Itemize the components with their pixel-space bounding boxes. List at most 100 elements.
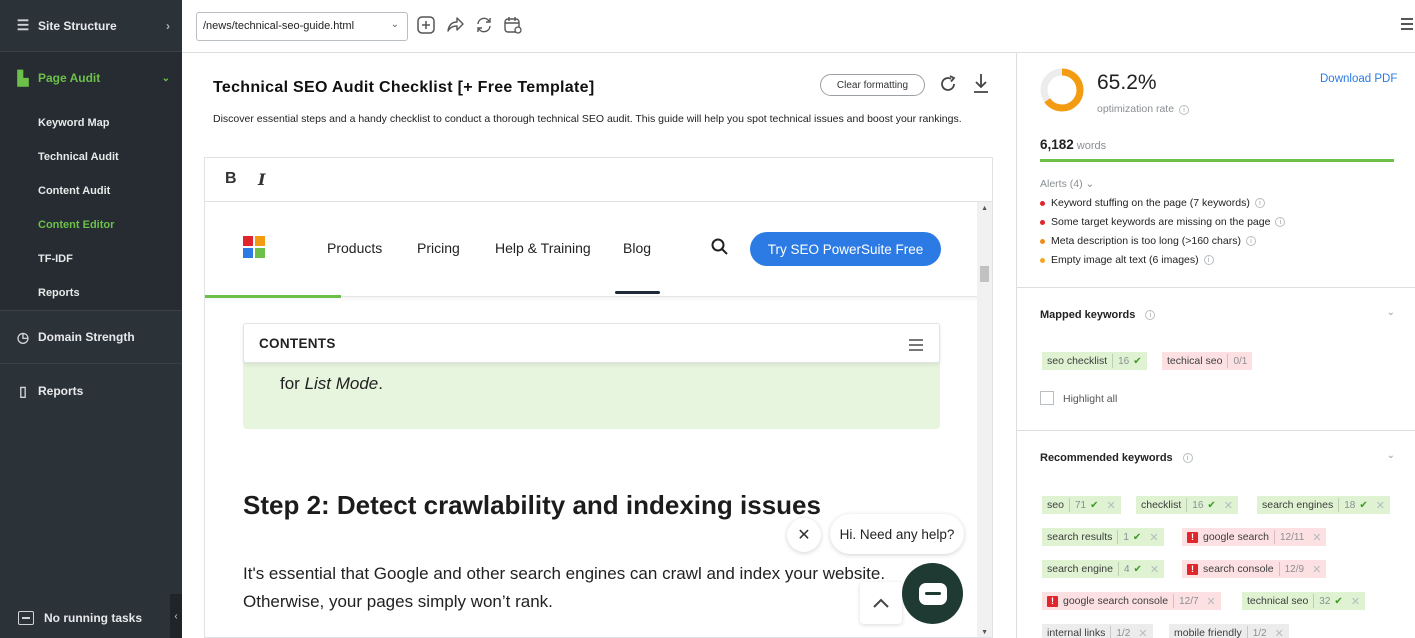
reports-icon: ▯ [19,382,27,399]
active-nav-indicator [615,291,660,294]
optimization-panel: 65.2% optimization rate i Download PDF 6,… [1016,53,1415,638]
tasks-icon [18,611,34,625]
chat-prompt[interactable]: Hi. Need any help? [830,514,964,554]
sync-icon[interactable] [473,14,495,36]
alert-item: Keyword stuffing on the page (7 keywords… [1040,197,1265,209]
word-count-bar [1040,159,1394,162]
check-icon: ✔ [1132,531,1142,543]
italic-button[interactable]: I [258,170,265,189]
alert-dot [1040,219,1045,225]
nav-blog[interactable]: Blog [623,240,651,256]
meta-description[interactable]: Discover essential steps and a handy che… [213,112,973,126]
sidebar-item-content-editor[interactable]: Content Editor [0,208,182,242]
download-pdf-link[interactable]: Download PDF [1320,73,1397,85]
close-icon[interactable]: ✕ [1312,563,1321,576]
info-icon[interactable]: i [1245,236,1256,246]
info-icon[interactable]: i [1275,217,1286,227]
keyword-chip[interactable]: ! search console 12/9 ✕ [1182,560,1327,578]
keyword-chip[interactable]: checklist 16 ✔ ✕ [1136,496,1238,514]
url-select[interactable]: /news/technical-seo-guide.html ⌄ [196,12,408,41]
alerts-toggle[interactable]: Alerts (4) ⌄ [1040,178,1094,190]
nav-products[interactable]: Products [327,240,382,256]
sidebar-item-keyword-map[interactable]: Keyword Map [0,106,182,140]
sidebar: ☰ Site Structure › ▙ Page Audit ⌄ Keywor… [0,0,182,638]
scrollbar[interactable]: ▲ ▼ [977,202,992,637]
refresh-icon[interactable] [938,74,958,96]
sidebar-item-domain-strength[interactable]: ◷ Domain Strength [0,310,182,364]
nav-help-training[interactable]: Help & Training [495,240,591,256]
keyword-chip[interactable]: internal links 1/2 ✕ [1042,624,1153,638]
close-icon[interactable]: ✕ [1150,563,1159,576]
keyword-chip[interactable]: mobile friendly 1/2 ✕ [1169,624,1289,638]
keyword-chip[interactable]: technical seo 32 ✔ ✕ [1242,592,1366,610]
close-icon[interactable]: ✕ [787,518,821,552]
warning-icon: ! [1187,563,1198,575]
optimization-donut [1040,68,1084,112]
nav-pricing[interactable]: Pricing [417,240,460,256]
sidebar-item-tf-idf[interactable]: TF-IDF [0,242,182,276]
page-preview[interactable]: Products Pricing Help & Training Blog Tr… [204,201,993,638]
close-icon[interactable]: ✕ [1224,499,1233,512]
page-audit-icon: ▙ [17,69,29,86]
chevron-down-icon[interactable]: ⌄ [1387,307,1395,318]
chat-button[interactable] [902,563,963,624]
alert-dot [1040,257,1045,263]
keyword-chip[interactable]: search engine 4 ✔ ✕ [1042,560,1165,578]
close-icon[interactable]: ✕ [1149,531,1158,544]
alert-dot [1040,238,1045,244]
info-icon[interactable]: i [1182,453,1193,463]
scroll-down-icon[interactable]: ▼ [981,629,988,636]
highlight-all-checkbox[interactable] [1040,391,1054,405]
site-logo[interactable] [243,236,265,258]
scroll-top-button[interactable] [860,582,902,624]
keyword-chip[interactable]: search results 1 ✔ ✕ [1042,528,1164,546]
chevron-right-icon: › [166,18,170,33]
add-icon[interactable] [415,14,437,36]
optimization-rate: 65.2% [1097,71,1157,94]
close-icon[interactable]: ✕ [1351,595,1360,608]
toolbar: /news/technical-seo-guide.html ⌄ [182,0,1415,53]
alert-item: Some target keywords are missing on the … [1040,216,1286,228]
close-icon[interactable]: ✕ [1106,499,1115,512]
info-icon[interactable]: i [1254,198,1265,208]
try-free-button[interactable]: Try SEO PowerSuite Free [750,232,941,266]
close-icon[interactable]: ✕ [1312,531,1321,544]
clear-formatting-button[interactable]: Clear formatting [820,74,925,96]
keyword-chip[interactable]: ! google search console 12/7 ✕ [1042,592,1221,610]
menu-icon[interactable] [909,339,923,354]
bold-button[interactable]: B [225,170,237,188]
keyword-chip[interactable]: techical seo 0/1 [1162,352,1253,370]
app-window: ☰ Site Structure › ▙ Page Audit ⌄ Keywor… [0,0,1415,638]
keyword-chip[interactable]: seo checklist 16 ✔ [1042,352,1147,370]
close-icon[interactable]: ✕ [1207,595,1216,608]
scroll-up-icon[interactable]: ▲ [981,205,988,212]
calendar-icon[interactable] [502,14,524,36]
search-icon[interactable] [711,238,729,256]
collapse-sidebar-button[interactable]: ‹ [170,594,182,638]
sidebar-item-page-audit[interactable]: ▙ Page Audit ⌄ [0,52,182,104]
sidebar-item-site-structure[interactable]: ☰ Site Structure › [0,0,182,52]
sidebar-item-technical-audit[interactable]: Technical Audit [0,140,182,174]
scrollbar-thumb[interactable] [980,266,989,282]
page-title[interactable]: Technical SEO Audit Checklist [+ Free Te… [213,79,594,97]
keyword-chip[interactable]: seo 71 ✔ ✕ [1042,496,1121,514]
share-icon[interactable] [444,14,466,36]
tasks-status[interactable]: No running tasks [0,598,170,638]
close-icon[interactable]: ✕ [1376,499,1385,512]
table-of-contents[interactable]: CONTENTS [243,323,940,363]
info-icon[interactable]: i [1145,310,1156,320]
download-icon[interactable] [971,72,991,96]
hamburger-icon[interactable] [1401,18,1413,33]
chevron-down-icon[interactable]: ⌄ [1387,450,1395,461]
close-icon[interactable]: ✕ [1275,627,1284,638]
sidebar-item-label: Page Audit [38,71,101,85]
sidebar-item-reports[interactable]: ▯ Reports [0,364,182,418]
info-icon[interactable]: i [1203,255,1214,265]
recommended-keywords-header: Recommended keywords i [1040,452,1193,464]
info-icon[interactable]: i [1179,105,1190,115]
keyword-chip[interactable]: ! google search 12/11 ✕ [1182,528,1327,546]
sidebar-item-reports-sub[interactable]: Reports [0,276,182,310]
close-icon[interactable]: ✕ [1138,627,1147,638]
sidebar-item-content-audit[interactable]: Content Audit [0,174,182,208]
keyword-chip[interactable]: search engines 18 ✔ ✕ [1257,496,1390,514]
